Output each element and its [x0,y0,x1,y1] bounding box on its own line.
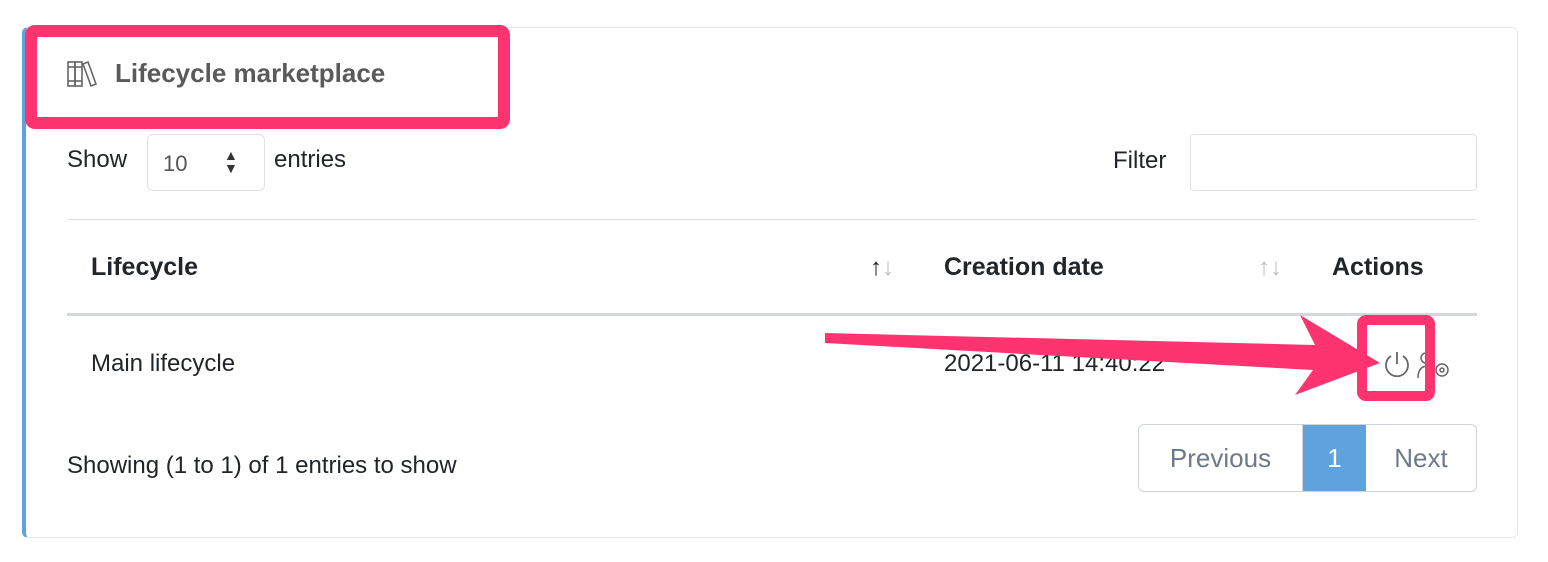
annotation-highlight-title [25,25,510,129]
annotation-overlay [25,25,1435,401]
annotation-arrow [825,315,1380,395]
annotation-highlight-power [1357,315,1435,401]
